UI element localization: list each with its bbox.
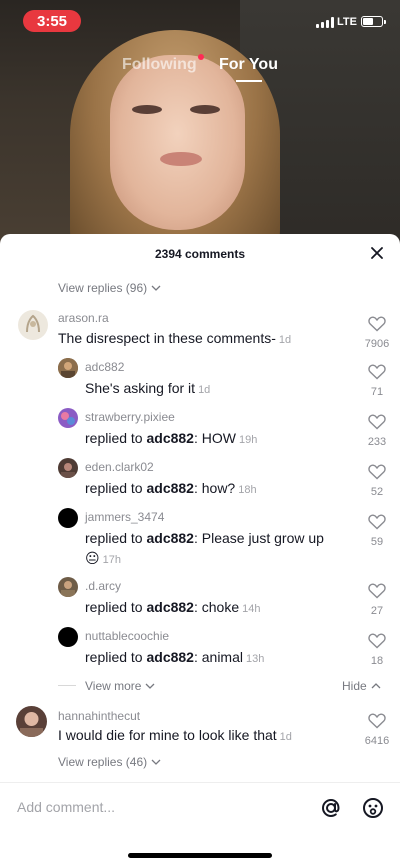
like-button[interactable]: 6416 — [357, 713, 397, 747]
chevron-up-icon — [371, 683, 381, 689]
comment-time: 18h — [238, 484, 257, 496]
divider-line — [58, 685, 76, 686]
comment-text: replied to adc882: HOW 19h — [85, 430, 258, 446]
comment-text: She's asking for it 1d — [85, 380, 211, 396]
comment-text: replied to adc882: how? 18h — [85, 480, 257, 496]
avatar[interactable] — [58, 508, 78, 528]
avatar[interactable] — [18, 310, 48, 340]
comment-time: 14h — [242, 603, 261, 615]
feed-tabs: Following For You — [0, 54, 400, 84]
comment-text: replied to adc882: animal 13h — [85, 649, 265, 665]
comment-text: replied to adc882: Please just grow up 😐 1… — [85, 530, 324, 566]
video-subject-eye — [190, 105, 220, 114]
like-count: 233 — [367, 436, 387, 448]
active-tab-indicator — [236, 80, 262, 82]
divider — [0, 685, 400, 686]
avatar[interactable] — [58, 358, 78, 378]
like-count: 27 — [370, 605, 384, 617]
comment-username[interactable]: eden.clark02 — [85, 460, 154, 474]
heart-outline-icon — [368, 633, 386, 649]
view-replies-label: View replies (96) — [58, 281, 148, 295]
like-count: 52 — [370, 486, 384, 498]
like-button[interactable]: 59 — [357, 514, 397, 548]
comment-username[interactable]: adc882 — [85, 360, 124, 374]
network-type: LTE — [337, 16, 357, 28]
video-subject-lips — [160, 152, 202, 166]
comment-time: 1d — [278, 334, 292, 346]
video-subject-eye — [132, 105, 162, 114]
home-indicator[interactable] — [128, 853, 272, 858]
view-replies-link[interactable]: View replies (96) — [58, 281, 161, 295]
emoji-icon — [363, 798, 383, 818]
like-count: 59 — [370, 536, 384, 548]
close-button[interactable] — [366, 242, 388, 264]
like-button[interactable]: 71 — [357, 364, 397, 398]
avatar[interactable] — [58, 458, 78, 478]
comment-username[interactable]: nuttablecoochie — [85, 629, 169, 643]
like-count: 18 — [370, 655, 384, 667]
add-comment-bar: Add comment... — [0, 782, 400, 834]
heart-outline-icon — [368, 713, 386, 729]
comment-time: 19h — [238, 434, 258, 446]
view-replies-link[interactable]: View replies (46) — [58, 755, 161, 769]
status-time: 3:55 — [23, 10, 81, 32]
mention-button[interactable] — [318, 795, 344, 821]
status-bar: 3:55 LTE — [0, 0, 400, 44]
emoji-button[interactable] — [360, 795, 386, 821]
like-count: 6416 — [364, 735, 390, 747]
comment-time: 1d — [279, 731, 292, 743]
chevron-down-icon — [146, 683, 155, 689]
heart-outline-icon — [368, 583, 386, 599]
chevron-down-icon — [151, 285, 161, 291]
comment-username[interactable]: arason.ra — [58, 311, 109, 325]
like-count: 71 — [370, 386, 384, 398]
avatar[interactable] — [58, 577, 78, 597]
comment-text: replied to adc882: choke 14h — [85, 599, 261, 615]
comments-count-title: 2394 comments — [154, 247, 246, 261]
like-count: 7906 — [364, 338, 390, 350]
view-more-button[interactable]: View more — [85, 679, 155, 693]
heart-outline-icon — [368, 364, 386, 380]
comment-text: The disrespect in these comments- 1d — [58, 330, 292, 346]
battery-icon — [361, 16, 386, 27]
comment-time: 1d — [198, 384, 211, 396]
emoji: 😐 — [85, 550, 100, 566]
hide-label: Hide — [342, 679, 367, 693]
comment-time: 13h — [246, 653, 265, 665]
comment-username[interactable]: strawberry.pixiee — [85, 410, 175, 424]
like-button[interactable]: 7906 — [357, 316, 397, 350]
close-icon — [371, 247, 383, 259]
notification-dot — [198, 54, 204, 60]
comment-text: I would die for mine to look like that 1d — [58, 727, 292, 743]
heart-outline-icon — [368, 414, 386, 430]
heart-outline-icon — [368, 514, 386, 530]
tab-for-you[interactable]: For You — [219, 56, 278, 74]
hide-button[interactable]: Hide — [342, 679, 381, 693]
view-replies-label: View replies (46) — [58, 755, 148, 769]
like-button[interactable]: 52 — [357, 464, 397, 498]
heart-outline-icon — [368, 464, 386, 480]
avatar[interactable] — [58, 627, 78, 647]
comment-username[interactable]: jammers_3474 — [85, 510, 164, 524]
avatar[interactable] — [16, 706, 47, 737]
comment-username[interactable]: hannahinthecut — [58, 709, 140, 723]
comment-username[interactable]: .d.arcy — [85, 579, 121, 593]
like-button[interactable]: 27 — [357, 583, 397, 617]
signal-icon — [316, 17, 334, 28]
like-button[interactable]: 233 — [357, 414, 397, 448]
avatar[interactable] — [58, 408, 78, 428]
comment-time: 17h — [102, 554, 121, 566]
chevron-down-icon — [151, 759, 161, 765]
tab-following[interactable]: Following — [122, 56, 197, 74]
comments-sheet: 2394 comments View replies (96) arason.r… — [0, 234, 400, 864]
add-comment-input[interactable]: Add comment... — [17, 799, 115, 815]
at-icon — [321, 798, 340, 818]
heart-outline-icon — [368, 316, 386, 332]
view-more-label: View more — [85, 679, 142, 693]
like-button[interactable]: 18 — [357, 633, 397, 667]
